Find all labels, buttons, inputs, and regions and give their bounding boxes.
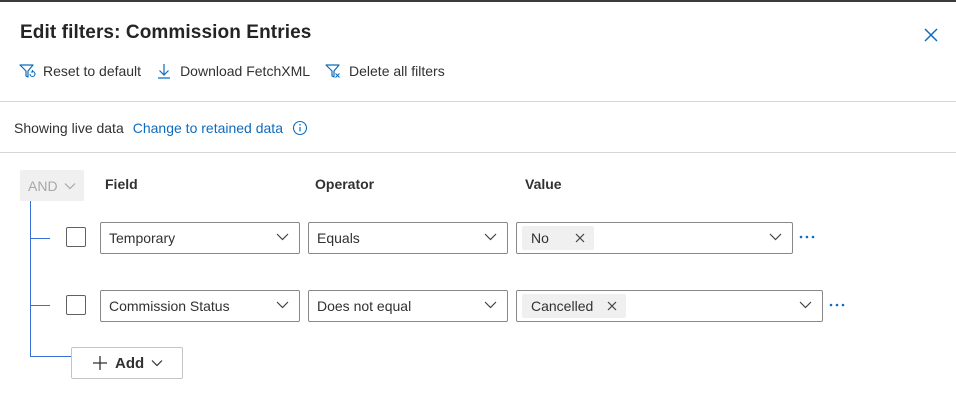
- group-tree-line: [30, 201, 31, 356]
- add-button-label: Add: [115, 354, 145, 372]
- row-1-operator-value: Equals: [317, 230, 360, 246]
- download-fetchxml-button[interactable]: Download FetchXML: [155, 62, 310, 80]
- dialog-title: Edit filters: Commission Entries: [20, 22, 312, 43]
- row-1-operator-dropdown[interactable]: Equals: [308, 222, 508, 254]
- chevron-down-icon: [64, 182, 75, 189]
- group-operator-label: AND: [28, 177, 58, 194]
- data-mode-bar: Showing live data Change to retained dat…: [14, 118, 308, 138]
- close-icon: [924, 28, 938, 42]
- row-1-more-options-button[interactable]: [798, 229, 818, 245]
- reset-to-default-button[interactable]: Reset to default: [18, 62, 141, 80]
- operator-column-header: Operator: [315, 176, 375, 192]
- group-operator-dropdown: AND: [20, 170, 84, 201]
- row-2-checkbox[interactable]: [66, 295, 86, 315]
- row-1-value-tag: No: [522, 226, 594, 250]
- row-2-operator-value: Does not equal: [317, 298, 412, 314]
- row-2-operator-dropdown[interactable]: Does not equal: [308, 290, 508, 322]
- chevron-down-icon: [769, 233, 782, 241]
- row-1-remove-value-button[interactable]: [575, 233, 585, 243]
- row-2-more-options-button[interactable]: [828, 297, 848, 313]
- close-icon: [607, 301, 617, 311]
- download-fetchxml-label: Download FetchXML: [180, 63, 311, 79]
- chevron-down-icon: [276, 301, 289, 309]
- close-icon: [575, 233, 585, 243]
- header-divider: [0, 101, 956, 102]
- reset-to-default-label: Reset to default: [43, 63, 142, 79]
- plus-icon: [93, 356, 107, 370]
- row-1-checkbox[interactable]: [66, 227, 86, 247]
- filter-delete-icon: [325, 64, 340, 78]
- section-divider: [0, 152, 956, 153]
- row-2-remove-value-button[interactable]: [607, 301, 617, 311]
- live-data-status: Showing live data: [14, 120, 124, 136]
- chevron-down-icon: [151, 360, 163, 367]
- info-icon[interactable]: [292, 120, 308, 136]
- row-2-value-tag: Cancelled: [522, 294, 627, 318]
- row-1-value-dropdown[interactable]: No: [516, 222, 793, 254]
- more-horizontal-icon: [829, 303, 845, 307]
- chevron-down-icon: [484, 301, 497, 309]
- row-2-field-value: Commission Status: [109, 298, 230, 314]
- add-button[interactable]: Add: [71, 347, 183, 379]
- chevron-down-icon: [276, 233, 289, 241]
- delete-all-filters-label: Delete all filters: [349, 63, 445, 79]
- row-2-field-dropdown[interactable]: Commission Status: [100, 290, 300, 322]
- row-2-value-tag-label: Cancelled: [531, 298, 594, 314]
- row-1-field-value: Temporary: [109, 230, 176, 246]
- value-column-header: Value: [525, 176, 562, 192]
- row-1-tree-connector: [30, 238, 50, 239]
- row-2-value-dropdown[interactable]: Cancelled: [516, 290, 823, 322]
- chevron-down-icon: [484, 233, 497, 241]
- filter-reset-icon: [19, 64, 36, 78]
- row-1-value-tag-label: No: [531, 230, 549, 246]
- toolbar: Reset to default Download FetchXML Delet…: [18, 60, 459, 82]
- delete-all-filters-button[interactable]: Delete all filters: [324, 62, 445, 80]
- more-horizontal-icon: [799, 235, 815, 239]
- row-1-field-dropdown[interactable]: Temporary: [100, 222, 300, 254]
- add-tree-connector: [30, 356, 71, 357]
- close-button[interactable]: [921, 25, 941, 45]
- download-icon: [158, 64, 171, 79]
- window-top-border: [0, 0, 956, 2]
- chevron-down-icon: [799, 301, 812, 309]
- change-to-retained-data-link[interactable]: Change to retained data: [133, 120, 283, 136]
- field-column-header: Field: [105, 176, 138, 192]
- row-2-tree-connector: [30, 305, 50, 306]
